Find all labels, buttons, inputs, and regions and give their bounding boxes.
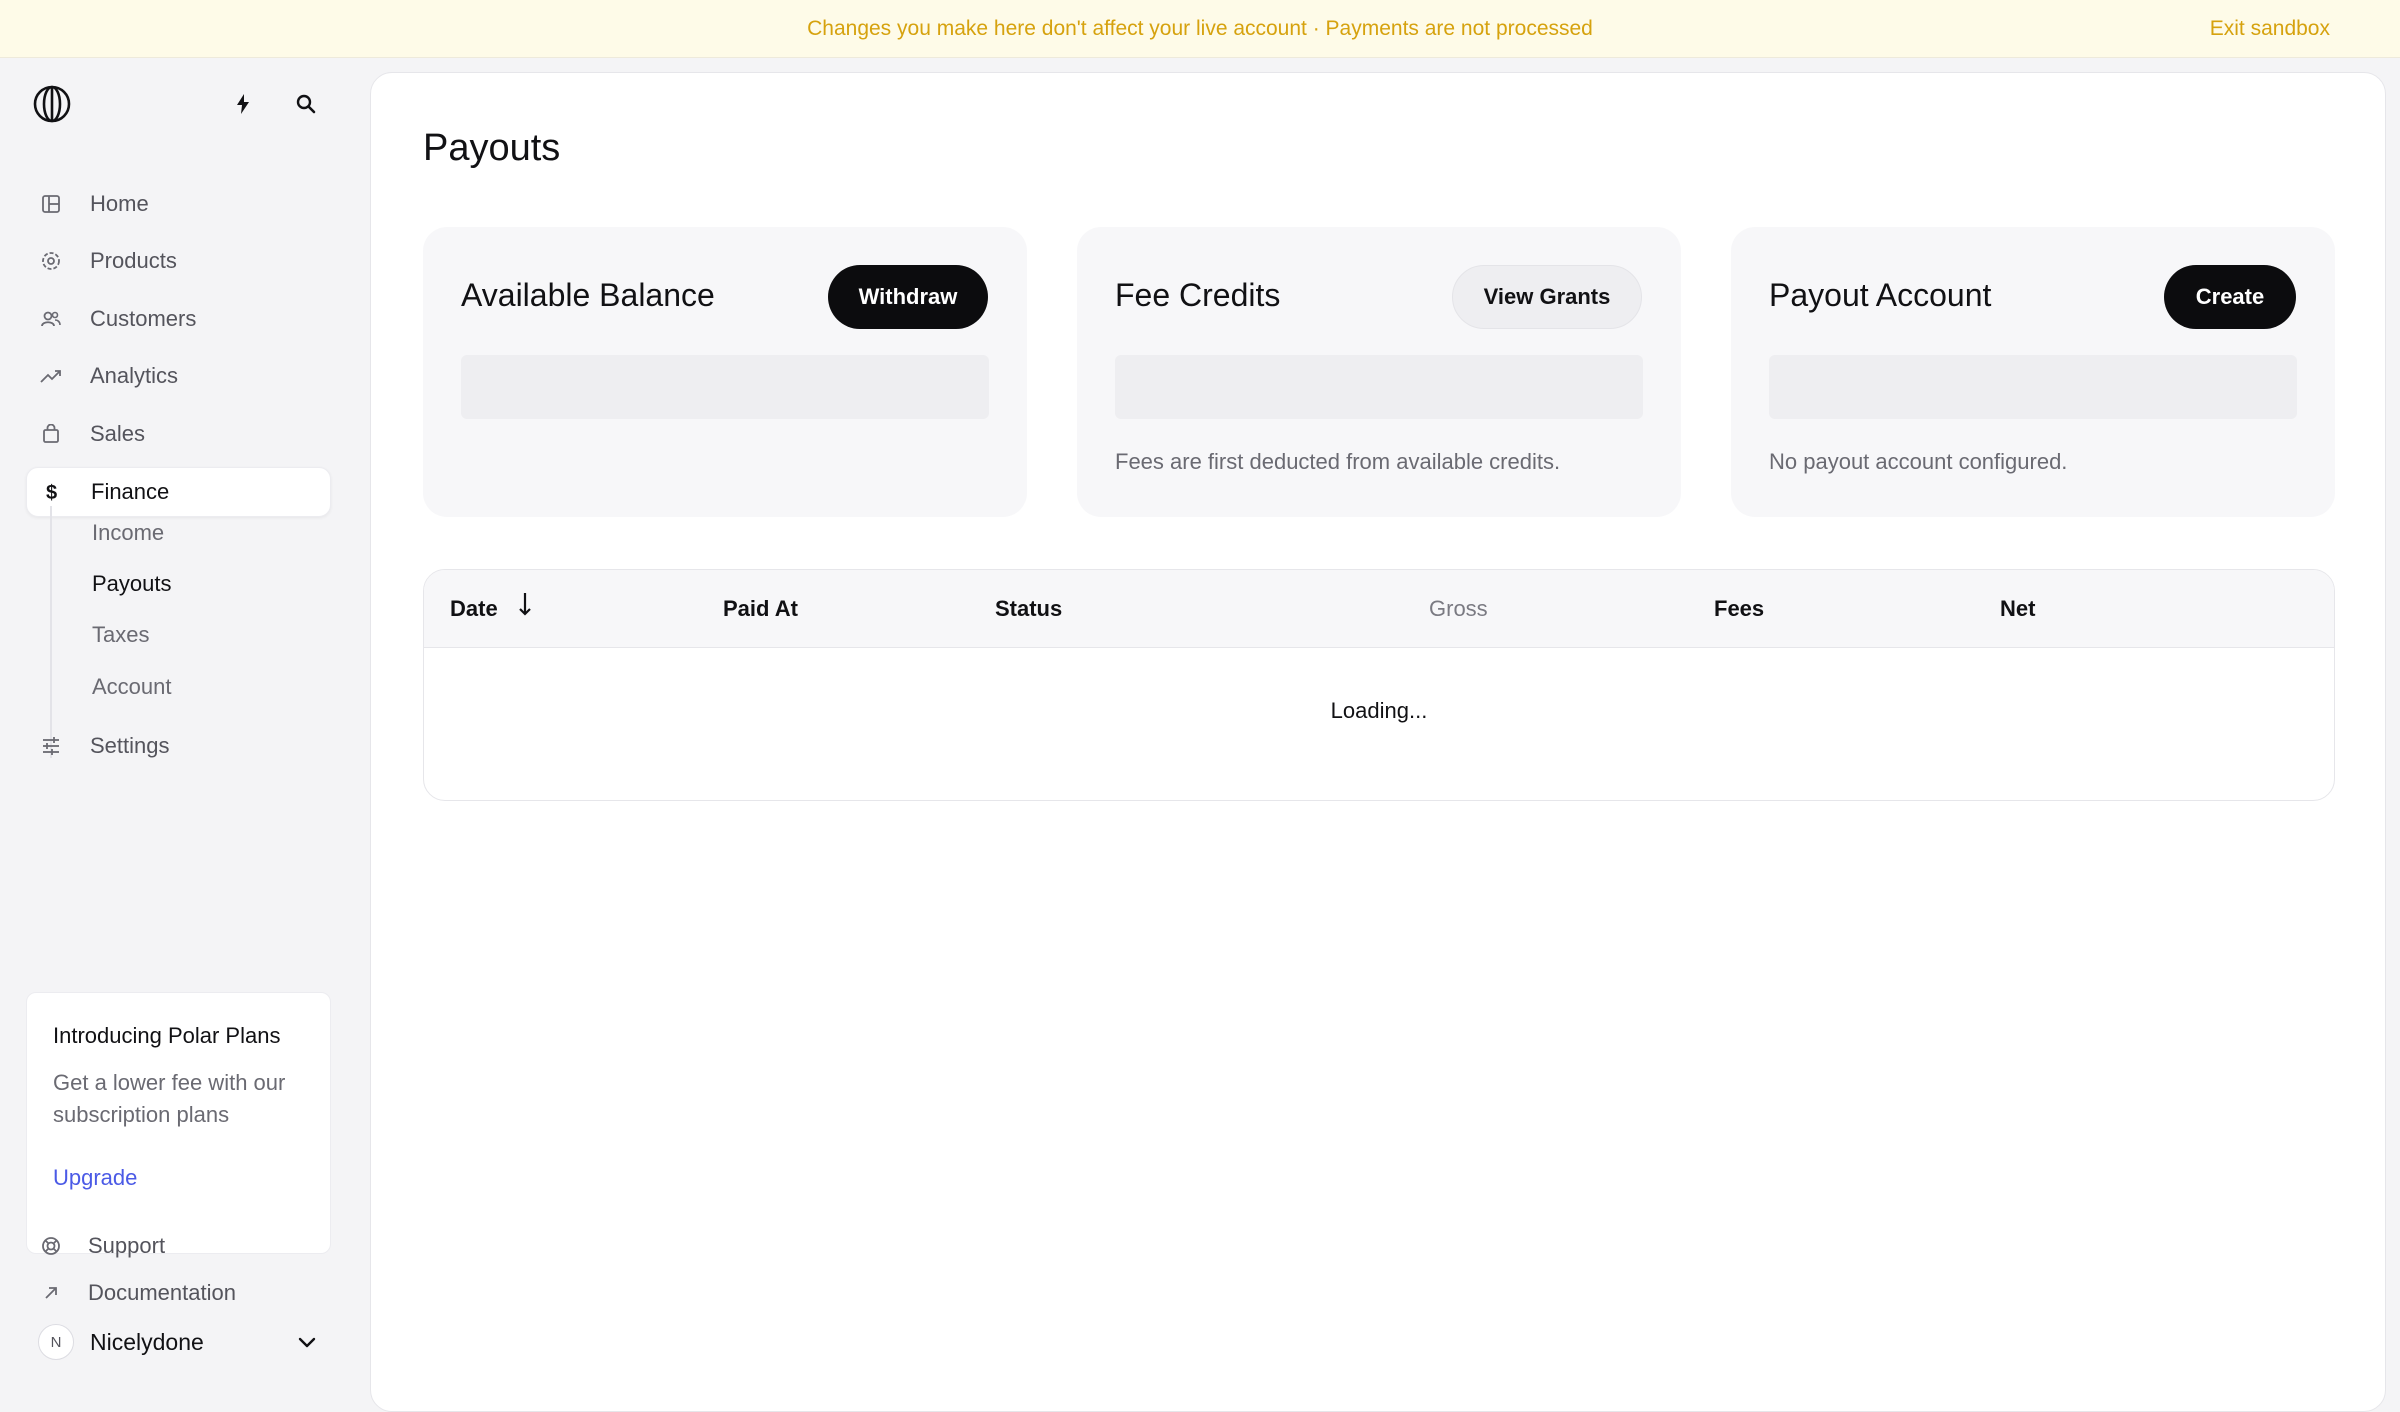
account-name: Nicelydone [90, 1328, 204, 1355]
analytics-icon [26, 351, 76, 401]
arrow-up-right-icon [26, 1273, 76, 1313]
fee-credits-card: Fee Credits View Grants Fees are first d… [1077, 227, 1681, 517]
support-icon [26, 1226, 76, 1266]
avatar: N [38, 1324, 74, 1360]
account-switcher[interactable]: N Nicelydone [26, 1314, 331, 1370]
balance-skeleton [461, 355, 989, 419]
payout-account-skeleton [1769, 355, 2297, 419]
sidebar-item-label: Sales [90, 421, 146, 446]
sidebar-item-label: Analytics [90, 363, 179, 388]
sidebar: Home Products Customers Analytics Sales … [0, 58, 370, 1395]
sidebar-item-home[interactable]: Home [26, 179, 331, 229]
fee-credits-skeleton [1115, 355, 1643, 419]
sidebar-item-settings[interactable]: Settings [26, 721, 331, 771]
payouts-table: Date Paid At Status Gross Fees Net Loadi… [423, 569, 2335, 801]
polar-logo-icon[interactable] [32, 84, 72, 124]
card-title: Payout Account [1769, 277, 1992, 313]
search-icon[interactable] [290, 88, 322, 120]
column-header-paid-at[interactable]: Paid At [723, 570, 798, 648]
upgrade-link[interactable]: Upgrade [53, 1165, 137, 1191]
column-header-status[interactable]: Status [995, 570, 1062, 648]
table-header: Date Paid At Status Gross Fees Net [424, 570, 2334, 648]
support-label: Support [88, 1233, 166, 1258]
card-title: Fee Credits [1115, 277, 1281, 313]
documentation-link[interactable]: Documentation [26, 1273, 331, 1313]
column-label: Date [450, 596, 498, 621]
column-header-net[interactable]: Net [2000, 570, 2035, 648]
sidebar-item-label: Settings [90, 733, 170, 758]
sidebar-item-label: Home [90, 191, 149, 216]
create-button[interactable]: Create [2164, 265, 2296, 329]
sidebar-item-label: Finance [91, 479, 170, 504]
customers-icon [26, 294, 76, 344]
card-note: Fees are first deducted from available c… [1115, 449, 1561, 474]
sidebar-item-label: Products [90, 248, 177, 273]
subnav-item-account[interactable]: Account [92, 670, 172, 704]
bolt-icon[interactable] [227, 88, 259, 120]
card-note: No payout account configured. [1769, 449, 2068, 474]
sales-icon [26, 409, 76, 459]
polar-plans-promo: Introducing Polar Plans Get a lower fee … [26, 992, 331, 1254]
loading-text: Loading... [1330, 698, 1428, 723]
subnav-item-income[interactable]: Income [92, 516, 164, 550]
subnav-item-payouts[interactable]: Payouts [92, 567, 172, 601]
sidebar-item-sales[interactable]: Sales [26, 409, 331, 459]
view-grants-button[interactable]: View Grants [1452, 265, 1642, 329]
column-header-fees[interactable]: Fees [1714, 570, 1764, 648]
sandbox-banner-message: Changes you make here don't affect your … [807, 17, 1593, 40]
main-content: Payouts Available Balance Withdraw Fee C… [370, 72, 2386, 1412]
exit-sandbox-link[interactable]: Exit sandbox [2210, 0, 2330, 58]
documentation-label: Documentation [88, 1280, 236, 1305]
available-balance-card: Available Balance Withdraw [423, 227, 1027, 517]
page-title: Payouts [423, 127, 561, 169]
subnav-item-taxes[interactable]: Taxes [92, 618, 149, 652]
sort-descending-icon[interactable] [518, 571, 532, 649]
sidebar-item-analytics[interactable]: Analytics [26, 351, 331, 401]
chevron-down-icon[interactable] [287, 1322, 327, 1362]
products-icon [26, 236, 76, 286]
sandbox-banner: Changes you make here don't affect your … [0, 0, 2400, 58]
sidebar-item-customers[interactable]: Customers [26, 294, 331, 344]
column-header-gross[interactable]: Gross [1429, 570, 1488, 648]
card-title: Available Balance [461, 277, 715, 313]
settings-icon [26, 721, 76, 771]
svg-text:$: $ [46, 482, 57, 503]
promo-text: Get a lower fee with our subscription pl… [53, 1070, 286, 1127]
support-link[interactable]: Support [26, 1226, 331, 1266]
home-icon [26, 179, 76, 229]
payout-account-card: Payout Account Create No payout account … [1731, 227, 2335, 517]
sidebar-item-label: Customers [90, 306, 197, 331]
promo-title: Introducing Polar Plans [53, 1023, 281, 1048]
sidebar-item-products[interactable]: Products [26, 236, 331, 286]
withdraw-button[interactable]: Withdraw [828, 265, 988, 329]
column-header-date[interactable]: Date [450, 570, 532, 648]
